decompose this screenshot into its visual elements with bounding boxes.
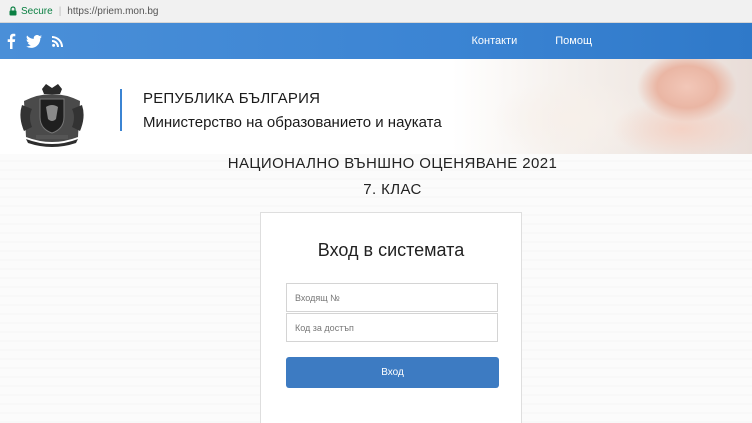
url-separator: | — [58, 5, 62, 17]
facebook-icon[interactable] — [6, 33, 16, 49]
access-code-input[interactable] — [286, 313, 498, 342]
coat-of-arms-logo[interactable] — [16, 83, 88, 149]
header-photo — [452, 59, 752, 154]
login-card: Вход в системата Вход — [260, 212, 522, 423]
browser-address-bar[interactable]: Secure | https://priem.mon.bg — [0, 0, 752, 23]
lock-icon — [8, 6, 18, 16]
nav-link-help[interactable]: Помощ — [555, 35, 592, 47]
secure-label: Secure — [21, 5, 53, 17]
site-header: РЕПУБЛИКА БЪЛГАРИЯ Министерство на образ… — [0, 59, 752, 154]
nav-link-contacts[interactable]: Контакти — [471, 35, 517, 47]
ministry-title: Министерство на образованието и науката — [143, 114, 442, 131]
country-title: РЕПУБЛИКА БЪЛГАРИЯ — [143, 90, 321, 107]
url-text[interactable]: https://priem.mon.bg — [67, 6, 158, 17]
exam-class: 7. КЛАС — [363, 181, 422, 198]
header-divider — [120, 89, 122, 131]
social-links — [6, 23, 63, 59]
top-bar: Контакти Помощ — [0, 23, 752, 59]
exam-title: НАЦИОНАЛНО ВЪНШНО ОЦЕНЯВАНЕ 2021 — [227, 155, 558, 172]
page: Secure | https://priem.mon.bg Контакти П… — [0, 0, 752, 423]
top-nav: Контакти Помощ — [471, 23, 752, 59]
login-button[interactable]: Вход — [286, 357, 499, 388]
rss-icon[interactable] — [52, 35, 63, 47]
login-title: Вход в системата — [317, 240, 465, 260]
incoming-number-input[interactable] — [286, 283, 498, 312]
twitter-icon[interactable] — [26, 34, 42, 48]
